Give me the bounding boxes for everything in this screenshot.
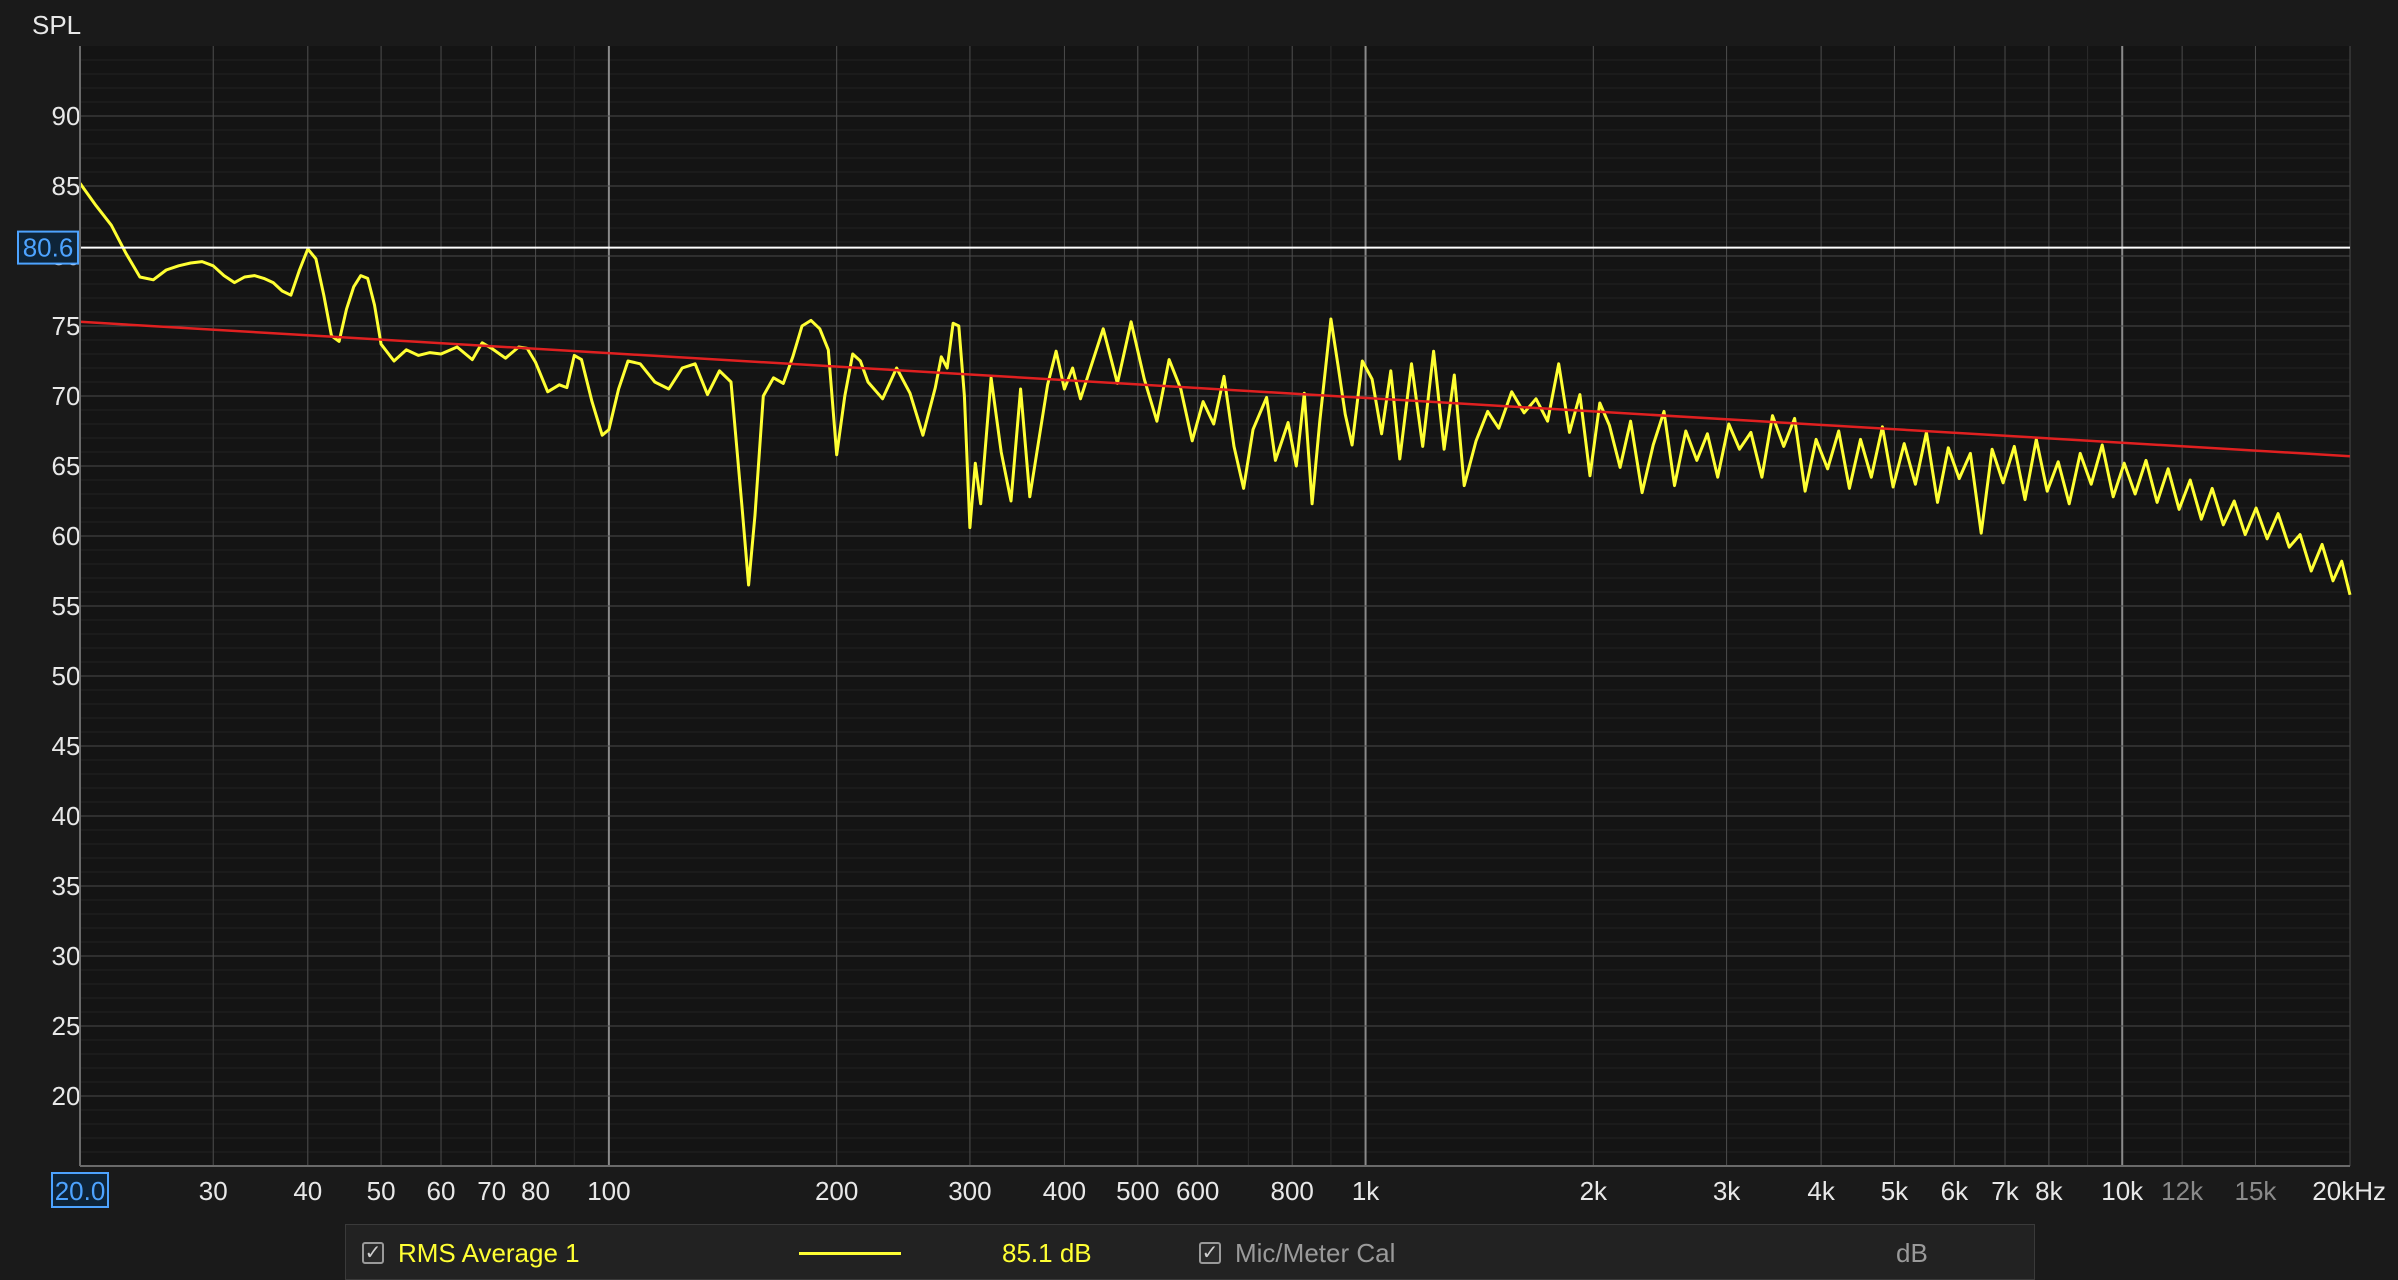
x-tick-label: 100 (587, 1176, 630, 1206)
spl-chart: SPL 20 25 30 35 40 45 50 55 60 65 70 75 80 85 90 20.0 3… (17, 10, 2386, 1208)
y-tick-label: 70 (52, 381, 81, 411)
x-tick-label: 80 (521, 1176, 550, 1206)
x-tick-label: 40 (293, 1176, 322, 1206)
x-tick-label: 600 (1176, 1176, 1219, 1206)
y-tick-label: 20 (52, 1081, 81, 1111)
x-tick-label: 1k (1352, 1176, 1380, 1206)
legend-series-swatch (799, 1252, 901, 1255)
y-tick-label: 50 (52, 661, 81, 691)
x-tick-label: 3k (1713, 1176, 1741, 1206)
x-tick-label: 5k (1881, 1176, 1909, 1206)
x-tick-label: 7k (1991, 1176, 2019, 1206)
y-tick-label: 55 (52, 591, 81, 621)
y-tick-label: 60 (52, 521, 81, 551)
legend-bar: ✓ RMS Average 1 85.1 dB ✓ Mic/Meter Cal … (345, 1224, 2035, 1280)
rew-spl-window: SPL 20 25 30 35 40 45 50 55 60 65 70 75 80 85 90 20.0 3… (0, 0, 2398, 1280)
x-tick-label: 20kHz (2312, 1176, 2386, 1206)
y-axis-title: SPL (32, 10, 81, 40)
x-tick-label: 8k (2035, 1176, 2063, 1206)
y-tick-label: 40 (52, 801, 81, 831)
x-tick-label: 70 (477, 1176, 506, 1206)
x-tick-label: 200 (815, 1176, 858, 1206)
y-tick-label: 85 (52, 171, 81, 201)
x-tick-label: 50 (367, 1176, 396, 1206)
y-tick-label: 75 (52, 311, 81, 341)
x-tick-label: 15k (2235, 1176, 2278, 1206)
y-tick-label: 45 (52, 731, 81, 761)
legend-unit-item: dB (1896, 1225, 1928, 1280)
y-tick-label: 35 (52, 871, 81, 901)
x-tick-label: 20.0 (55, 1176, 106, 1206)
x-tick-label: 30 (199, 1176, 228, 1206)
spl-cursor-value: 80.6 (23, 233, 74, 263)
x-tick-label: 500 (1116, 1176, 1159, 1206)
legend-cal-item[interactable]: ✓ Mic/Meter Cal (1199, 1225, 1395, 1280)
x-tick-label: 12k (2161, 1176, 2204, 1206)
legend-series-value-item: 85.1 dB (1002, 1225, 1092, 1280)
x-tick-label: 4k (1807, 1176, 1835, 1206)
x-tick-label: 10k (2101, 1176, 2144, 1206)
legend-cal-label: Mic/Meter Cal (1235, 1237, 1396, 1268)
x-tick-label: 400 (1043, 1176, 1086, 1206)
y-tick-label: 65 (52, 451, 81, 481)
legend-series-value: 85.1 dB (1002, 1237, 1092, 1268)
mic-cal-checkbox[interactable]: ✓ (1199, 1242, 1221, 1264)
x-tick-label: 300 (948, 1176, 991, 1206)
legend-series-label: RMS Average 1 (398, 1237, 580, 1268)
check-icon: ✓ (1201, 1242, 1219, 1264)
series-visibility-checkbox[interactable]: ✓ (362, 1242, 384, 1264)
legend-series-item[interactable]: ✓ RMS Average 1 (362, 1225, 580, 1280)
x-tick-label: 6k (1941, 1176, 1969, 1206)
y-tick-label: 30 (52, 941, 81, 971)
check-icon: ✓ (364, 1242, 382, 1264)
x-tick-label: 800 (1271, 1176, 1314, 1206)
y-tick-label: 25 (52, 1011, 81, 1041)
x-tick-label: 2k (1580, 1176, 1608, 1206)
legend-unit: dB (1896, 1237, 1928, 1268)
x-tick-label: 60 (427, 1176, 456, 1206)
x-axis-ticks: 20.0 30 40 50 60 70 80 100 200 300 400 500 600 800 1k 2… (51, 1172, 2386, 1208)
y-tick-label: 90 (52, 101, 81, 131)
